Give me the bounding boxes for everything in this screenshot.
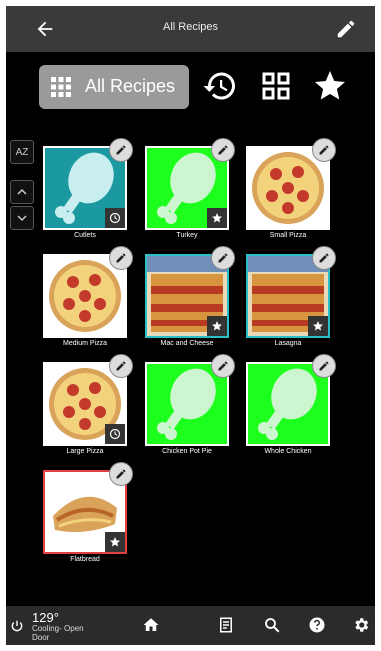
drumstick-icon: [258, 368, 317, 440]
pencil-icon: [319, 361, 329, 371]
bottom-bar: 129° Cooling- Open Door: [6, 606, 375, 645]
edit-recipe-button[interactable]: [312, 354, 336, 378]
chevron-down-icon: [17, 215, 27, 222]
edit-recipe-button[interactable]: [109, 138, 133, 162]
top-bar: All Recipes: [6, 6, 375, 52]
checklist-icon[interactable]: [217, 616, 235, 634]
pencil-icon: [116, 253, 126, 263]
recipe-name: Small Pizza: [269, 232, 307, 239]
power-icon[interactable]: [10, 619, 24, 633]
sort-az-label: AZ: [15, 146, 29, 158]
favorite-badge: [207, 208, 227, 228]
edit-recipe-button[interactable]: [109, 462, 133, 486]
pencil-icon: [116, 145, 126, 155]
pencil-icon: [319, 145, 329, 155]
recipe-name: Cutlets: [74, 232, 96, 239]
history-icon[interactable]: [202, 68, 238, 104]
pencil-icon: [218, 253, 228, 263]
pencil-icon: [218, 145, 228, 155]
star-icon: [212, 321, 222, 331]
recipe-name: Chicken Pot Pie: [162, 448, 212, 455]
recipe-name: Whole Chicken: [264, 448, 312, 455]
edit-pencil-icon[interactable]: [335, 18, 357, 40]
star-icon: [313, 321, 323, 331]
edit-recipe-button[interactable]: [211, 354, 235, 378]
star-icon: [212, 213, 222, 223]
scroll-up-button[interactable]: [10, 180, 34, 204]
pencil-icon: [319, 253, 329, 263]
favorites-star-icon[interactable]: [312, 68, 348, 104]
recipe-name: Lasagna: [274, 340, 302, 347]
edit-recipe-button[interactable]: [312, 246, 336, 270]
edit-recipe-button[interactable]: [312, 138, 336, 162]
page-title: All Recipes: [162, 21, 219, 33]
home-icon[interactable]: [142, 616, 160, 634]
edit-recipe-button[interactable]: [211, 138, 235, 162]
drumstick-icon: [157, 368, 216, 440]
tab-all-recipes-label: All Recipes: [85, 76, 176, 96]
clock-icon: [109, 212, 121, 224]
recipe-name: Flatbread: [70, 556, 100, 563]
favorite-badge: [308, 316, 328, 336]
sort-az-button[interactable]: AZ: [10, 140, 34, 164]
favorite-badge: [207, 316, 227, 336]
pencil-icon: [218, 361, 228, 371]
oven-status: Cooling- Open Door: [32, 624, 84, 642]
categories-grid-icon[interactable]: [258, 68, 294, 104]
app-frame: All Recipes All Recipes AZ Cutlets Turke…: [6, 6, 375, 645]
recipe-name: Medium Pizza: [63, 340, 107, 347]
edit-recipe-button[interactable]: [211, 246, 235, 270]
search-icon[interactable]: [263, 616, 281, 634]
category-tabs: All Recipes: [6, 56, 375, 120]
recent-badge: [105, 208, 125, 228]
chevron-up-icon: [17, 188, 27, 195]
pencil-icon: [116, 361, 126, 371]
scroll-down-button[interactable]: [10, 206, 34, 230]
settings-gear-icon[interactable]: [352, 616, 370, 634]
grid-dots-icon: [51, 77, 71, 97]
help-icon[interactable]: [308, 616, 326, 634]
star-icon: [110, 537, 120, 547]
recipe-name: Large Pizza: [66, 448, 104, 455]
edit-recipe-button[interactable]: [109, 354, 133, 378]
pencil-icon: [116, 469, 126, 479]
recipe-name: Turkey: [176, 232, 198, 239]
edit-recipe-button[interactable]: [109, 246, 133, 270]
pizza-image: [252, 152, 324, 224]
pizza-image: [49, 260, 121, 332]
recipe-name: Mac and Cheese: [160, 340, 214, 347]
clock-icon: [109, 428, 121, 440]
recent-badge: [105, 424, 125, 444]
tab-all-recipes[interactable]: All Recipes: [39, 65, 189, 109]
oven-temperature: 129°: [32, 610, 59, 625]
sort-controls: AZ: [10, 140, 34, 230]
favorite-badge: [105, 532, 125, 552]
